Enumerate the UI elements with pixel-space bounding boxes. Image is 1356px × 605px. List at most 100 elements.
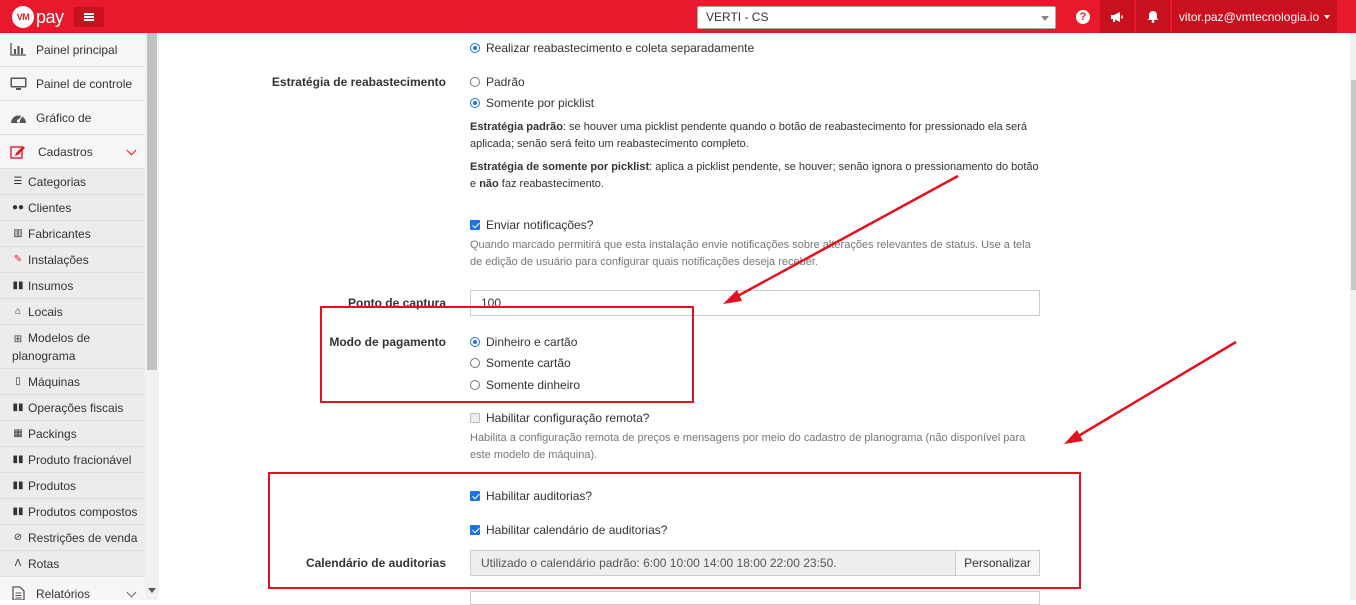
restock-strategy-help-picklist: Estratégia de somente por picklist: apli… (470, 159, 1040, 193)
remote-config-checkbox-row: Habilitar configuração remota? (470, 411, 649, 425)
sidebar-subitem-label: Fabricantes (28, 227, 91, 241)
sidebar-subitem-label: Clientes (28, 201, 72, 215)
announcements-button[interactable] (1100, 0, 1134, 33)
sidebar-subitem-categorias[interactable]: ☰ Categorias (0, 169, 145, 195)
sidebar-subitem-label: Restrições de venda (28, 531, 138, 545)
mobile-icon: ▯ (15, 376, 21, 387)
radio-restock-separate[interactable] (470, 43, 480, 53)
barcode-icon: ▮▮ (12, 402, 24, 413)
scroll-down-arrow-icon[interactable] (148, 588, 156, 593)
sidebar-subitem-produto-fracionavel[interactable]: ▮▮ Produto fracionável (0, 447, 145, 473)
annotation-box-audits (268, 472, 1081, 589)
sidebar-subitem-label: Insumos (28, 279, 74, 293)
sidebar-subitem-operacoes-fiscais[interactable]: ▮▮ Operações fiscais (0, 395, 145, 421)
organization-select[interactable]: VERTI - CS (697, 6, 1056, 29)
menu-toggle-button[interactable] (74, 7, 104, 27)
sidebar-item-cadastros[interactable]: Cadastros (0, 135, 145, 169)
sidebar-subitem-restricoes-de-venda[interactable]: ⊘ Restrições de venda (0, 525, 145, 551)
edit-icon (9, 144, 27, 160)
bar-chart-icon (9, 42, 27, 58)
wrench-icon: ✎ (13, 254, 23, 265)
grid-icon: ▦ (13, 428, 23, 439)
sidebar-item-label: Gráfico de (36, 110, 92, 125)
sidebar: Painel principal Painel de controle Gráf… (0, 33, 145, 600)
chevron-down-icon (1041, 16, 1049, 21)
sidebar-subitem-locais[interactable]: ⌂ Locais (0, 299, 145, 325)
sidebar-subitem-fabricantes[interactable]: ▥ Fabricantes (0, 221, 145, 247)
brand-logo[interactable]: VM pay (12, 6, 64, 28)
notifications-help: Quando marcado permitirá que esta instal… (470, 239, 1031, 268)
building-icon: ▥ (13, 228, 23, 239)
option-label: Padrão (486, 75, 525, 89)
notifications-checkbox[interactable] (470, 220, 480, 230)
sidebar-subitem-label: Produtos compostos (28, 505, 138, 519)
sidebar-subitem-label: Produto fracionável (28, 453, 132, 467)
monitor-icon (9, 76, 27, 92)
sidebar-subitem-label: Produtos (28, 479, 77, 493)
sidebar-subitem-instalacoes[interactable]: ✎ Instalações (0, 247, 145, 273)
user-email: vitor.paz@vmtecnologia.io (1178, 9, 1320, 24)
sidebar-scrollbar-thumb[interactable] (147, 33, 157, 370)
restock-strategy-option-picklist[interactable]: Somente por picklist (470, 96, 594, 110)
notifications-button[interactable] (1136, 0, 1170, 33)
help-button[interactable]: ? (1066, 0, 1100, 33)
dashboard-icon (9, 110, 27, 126)
table-icon: ⊞ (13, 334, 23, 345)
road-icon: Λ (14, 558, 22, 569)
logo-text: pay (36, 7, 64, 27)
radio-restock-picklist[interactable] (470, 98, 480, 108)
next-field-input[interactable] (470, 591, 1040, 605)
sidebar-subitem-label: Rotas (28, 557, 60, 571)
option-label: Realizar reabastecimento e coleta separa… (486, 41, 755, 55)
sidebar-subitem-insumos[interactable]: ▮▮ Insumos (0, 273, 145, 299)
option-label: Somente por picklist (486, 96, 595, 110)
sidebar-subitem-label: Packings (28, 427, 77, 441)
sidebar-subitem-label: ⊞ Modelos de planograma (12, 330, 145, 364)
logo-mark: VM (12, 6, 34, 28)
sidebar-subitem-clientes[interactable]: ●● Clientes (0, 195, 145, 221)
document-icon (9, 586, 27, 600)
restock-separate-option[interactable]: Realizar reabastecimento e coleta separa… (470, 41, 754, 55)
restock-strategy-option-default[interactable]: Padrão (470, 75, 525, 89)
sidebar-subitem-rotas[interactable]: Λ Rotas (0, 551, 145, 577)
ban-icon: ⊘ (13, 532, 23, 543)
remote-config-help: Habilita a configuração remota de preços… (470, 432, 1026, 461)
sidebar-item-label: Painel de controle (36, 76, 133, 91)
caret-down-icon (1324, 14, 1331, 19)
help-title: Estratégia de somente por picklist (470, 161, 650, 173)
sidebar-item-label: Painel principal (36, 42, 118, 57)
radio-restock-default[interactable] (470, 77, 480, 87)
sidebar-subitem-label: Operações fiscais (28, 401, 124, 415)
sidebar-item-label: Cadastros (38, 144, 93, 159)
user-menu[interactable]: vitor.paz@vmtecnologia.io (1172, 0, 1337, 33)
sidebar-item-painel-principal[interactable]: Painel principal (0, 33, 145, 67)
chevron-down-icon (126, 587, 137, 598)
megaphone-icon (1111, 11, 1123, 22)
sidebar-subitem-produtos-compostos[interactable]: ▮▮ Produtos compostos (0, 499, 145, 525)
home-icon: ⌂ (14, 306, 22, 317)
sidebar-subitem-modelos-de-planograma[interactable]: ⊞ Modelos de planograma (0, 325, 145, 369)
notifications-checkbox-row[interactable]: Enviar notificações? (470, 218, 593, 232)
sidebar-subitem-label: Máquinas (28, 375, 81, 389)
sidebar-subitem-produtos[interactable]: ▮▮ Produtos (0, 473, 145, 499)
menu-icon (84, 13, 94, 21)
sidebar-item-grafico-de[interactable]: Gráfico de (0, 101, 145, 135)
barcode-icon: ▮▮ (12, 454, 24, 465)
sidebar-subitem-label: Locais (28, 305, 63, 319)
page-scrollbar-thumb[interactable] (1351, 80, 1356, 290)
sidebar-subitem-label: Instalações (28, 253, 89, 267)
sidebar-subitem-packings[interactable]: ▦ Packings (0, 421, 145, 447)
organization-select-value: VERTI - CS (706, 10, 769, 24)
checkbox-label: Habilitar configuração remota? (486, 411, 650, 425)
restock-strategy-help-default: Estratégia padrão: se houver uma picklis… (470, 119, 1040, 153)
sidebar-item-painel-de-controle[interactable]: Painel de controle (0, 67, 145, 101)
annotation-box-payment-mode (320, 306, 694, 403)
checkbox-label: Enviar notificações? (486, 218, 594, 232)
restock-strategy-label: Estratégia de reabastecimento (271, 75, 446, 89)
chevron-down-icon (126, 145, 137, 156)
sidebar-item-relatorios[interactable]: Relatórios (0, 577, 145, 600)
help-emphasis: não (479, 178, 499, 190)
sidebar-subitem-label: Categorias (28, 175, 87, 189)
sidebar-subitem-maquinas[interactable]: ▯ Máquinas (0, 369, 145, 395)
top-navbar: VM pay VERTI - CS ? vitor.paz@vmtecnolog… (0, 0, 1356, 33)
